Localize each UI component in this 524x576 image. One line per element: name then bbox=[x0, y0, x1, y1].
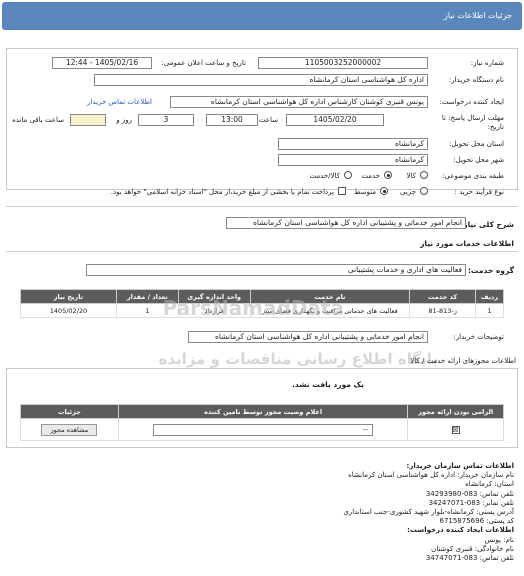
buyer-org-field: اداره کل هواشناسی استان کرمانشاه bbox=[94, 74, 428, 86]
cell-qty: 1 bbox=[115, 303, 179, 318]
col-row: ردیف bbox=[475, 289, 504, 304]
need-number-field: 1105003252000002 bbox=[258, 57, 428, 69]
col-unit: واحد اندازه گیری bbox=[177, 289, 251, 304]
creator-info-line: تلفن تماس: 083-34747071 bbox=[425, 553, 514, 562]
col-qty: تعداد / مقدار bbox=[115, 289, 179, 304]
permits-table: الزامی بودن ارائه مجوز اعلام وصیت مجوز ت… bbox=[20, 404, 504, 441]
city-field: کرمانشاه bbox=[278, 154, 428, 166]
creator-info-title: اطلاعات ایجاد کننده درخواست: bbox=[407, 526, 514, 535]
cell-unit: قرارداد bbox=[177, 303, 251, 318]
deadline-date-field: 1405/02/20 bbox=[286, 114, 384, 126]
category-both-radio[interactable] bbox=[344, 171, 352, 179]
creator-info-line: نام: یونس bbox=[484, 535, 514, 544]
deadline-time-label: ساعت bbox=[258, 116, 278, 124]
col-code: کد خدمت bbox=[409, 289, 477, 304]
process-partial-label: جزیی bbox=[400, 188, 416, 196]
buyer-info-line: نام سازمان خریدار: اداره کل هواشناسی است… bbox=[348, 471, 514, 480]
city-label: شهر محل تحویل: bbox=[453, 156, 504, 164]
watermark-tagline: پایگاه اطلاع رسانی مناقصات و مزایده bbox=[158, 350, 438, 368]
buyer-info-line: تلفن تماس: 083-34293980 bbox=[425, 489, 514, 498]
services-section-title: اطلاعات خدمات مورد نیاز bbox=[420, 239, 514, 248]
cell-required: ☒ bbox=[407, 418, 504, 441]
divider bbox=[6, 251, 518, 252]
table-row[interactable]: 1 ز-813-81 فعالیت های خدماتی مراقبت و نگ… bbox=[20, 303, 504, 318]
buyer-info-line: کد پستی: 6715875696 bbox=[439, 517, 514, 526]
cell-date: 1405/02/20 bbox=[20, 303, 117, 318]
creator-info-line: نام خانوادگی: قنبری کوشنان bbox=[431, 544, 514, 553]
deadline-label-2: تاریخ: bbox=[487, 123, 504, 131]
treasury-checkbox[interactable] bbox=[338, 187, 346, 195]
buyer-info-line: آدرس پستی: کرمانشاه-بلوار شهید کشوری-جنب… bbox=[343, 507, 514, 516]
days-remaining-field: 3 bbox=[138, 114, 194, 126]
table-header-row: ردیف کد خدمت نام خدمت واحد اندازه گیری ت… bbox=[20, 289, 504, 304]
cell-details: مشاهده مجوز bbox=[20, 418, 119, 441]
service-group-label: گروه خدمت: bbox=[467, 266, 514, 275]
process-label: نوع فرآیند خرید : bbox=[454, 188, 504, 196]
category-goods-radio[interactable] bbox=[420, 171, 428, 179]
category-service-label: خدمت bbox=[361, 172, 380, 180]
category-service-radio[interactable] bbox=[384, 171, 392, 179]
announce-date-field: 1405/02/16 - 12:44 bbox=[52, 57, 152, 69]
buyer-contact-link[interactable]: اطلاعات تماس خریدار bbox=[87, 98, 152, 106]
buyer-info: اطلاعات تماس سازمان خریدار: نام سازمان خ… bbox=[214, 462, 514, 563]
summary-label: شرح کلی نیاز: bbox=[460, 220, 514, 229]
deadline-label: مهلت ارسال پاسخ: تا bbox=[441, 114, 504, 122]
creator-field: یونس قنبری کوشنان کارشناس اداره کل هواشن… bbox=[170, 96, 428, 108]
deadline-time-field: 13:00 bbox=[206, 114, 258, 126]
hours-remaining-field bbox=[70, 114, 106, 126]
buyer-desc-field: انجام امور خدماتی و پشتیبانی اداره کل هو… bbox=[188, 331, 428, 343]
process-medium-label: متوسط bbox=[354, 188, 376, 196]
province-label: استان محل تحویل: bbox=[449, 140, 504, 148]
cell-name: فعالیت های خدماتی مراقبت و نگهداری فضای … bbox=[249, 303, 411, 318]
permit-select[interactable]: -- bbox=[153, 423, 374, 436]
buyer-org-label: نام دستگاه خریدار: bbox=[448, 76, 504, 84]
permits-empty-text: یک مورد یافت نشد. bbox=[292, 380, 364, 389]
cell-code: ز-813-81 bbox=[409, 303, 477, 318]
days-label: روز و bbox=[116, 116, 132, 124]
buyer-info-line: استان: کرمانشاه bbox=[465, 480, 514, 489]
buyer-desc-label: توضیحات خریدار: bbox=[453, 333, 504, 341]
permits-title: اطلاعات مجوزهای ارائه خدمت / کالا bbox=[410, 357, 516, 365]
table-header-row: الزامی بودن ارائه مجوز اعلام وصیت مجوز ت… bbox=[20, 404, 504, 419]
col-supplier: اعلام وصیت مجوز توسط نامین کننده bbox=[117, 404, 409, 419]
col-required: الزامی بودن ارائه مجوز bbox=[407, 404, 504, 419]
process-partial-radio[interactable] bbox=[420, 187, 428, 195]
category-label: طبقه بندی موضوعی: bbox=[442, 172, 504, 180]
hours-remaining-label: ساعت باقی مانده bbox=[12, 116, 64, 124]
summary-field: انجام امور خدماتی و پشتیبانی اداره کل هو… bbox=[226, 217, 466, 229]
table-row: ☒ -- مشاهده مجوز bbox=[20, 418, 504, 441]
category-both-label: کالا/خدمت bbox=[309, 172, 340, 180]
creator-label: ایجاد کننده درخواست: bbox=[439, 98, 505, 106]
cell-supplier: -- bbox=[117, 418, 409, 441]
process-medium-radio[interactable] bbox=[380, 187, 388, 195]
need-number-label: شماره نیاز: bbox=[470, 59, 504, 67]
category-goods-label: کالا bbox=[406, 172, 416, 180]
province-field: کرمانشاه bbox=[278, 138, 428, 150]
buyer-info-title: اطلاعات تماس سازمان خریدار: bbox=[406, 462, 514, 470]
col-details: جزئیات bbox=[20, 404, 119, 419]
col-date: تاریخ نیاز bbox=[20, 289, 117, 304]
page-header: جزئیات اطلاعات نیاز bbox=[2, 2, 522, 30]
services-table: ردیف کد خدمت نام خدمت واحد اندازه گیری ت… bbox=[20, 289, 504, 318]
cell-row: 1 bbox=[475, 303, 504, 318]
service-group-field: فعالیت های اداری و خدمات پشتیبانی bbox=[86, 264, 466, 276]
divider bbox=[6, 206, 518, 207]
announce-date-label: تاریخ و ساعت اعلان عمومی: bbox=[161, 59, 246, 67]
required-checkbox[interactable]: ☒ bbox=[451, 425, 460, 434]
treasury-note: پرداخت تمام یا بخشی از مبلغ خرید،از محل … bbox=[110, 188, 334, 196]
col-name: نام خدمت bbox=[249, 289, 411, 304]
view-permit-button[interactable]: مشاهده مجوز bbox=[41, 423, 98, 436]
page-title: جزئیات اطلاعات نیاز bbox=[443, 11, 512, 20]
buyer-info-line: تلفن نمابر: 083-34247071 bbox=[428, 498, 514, 507]
